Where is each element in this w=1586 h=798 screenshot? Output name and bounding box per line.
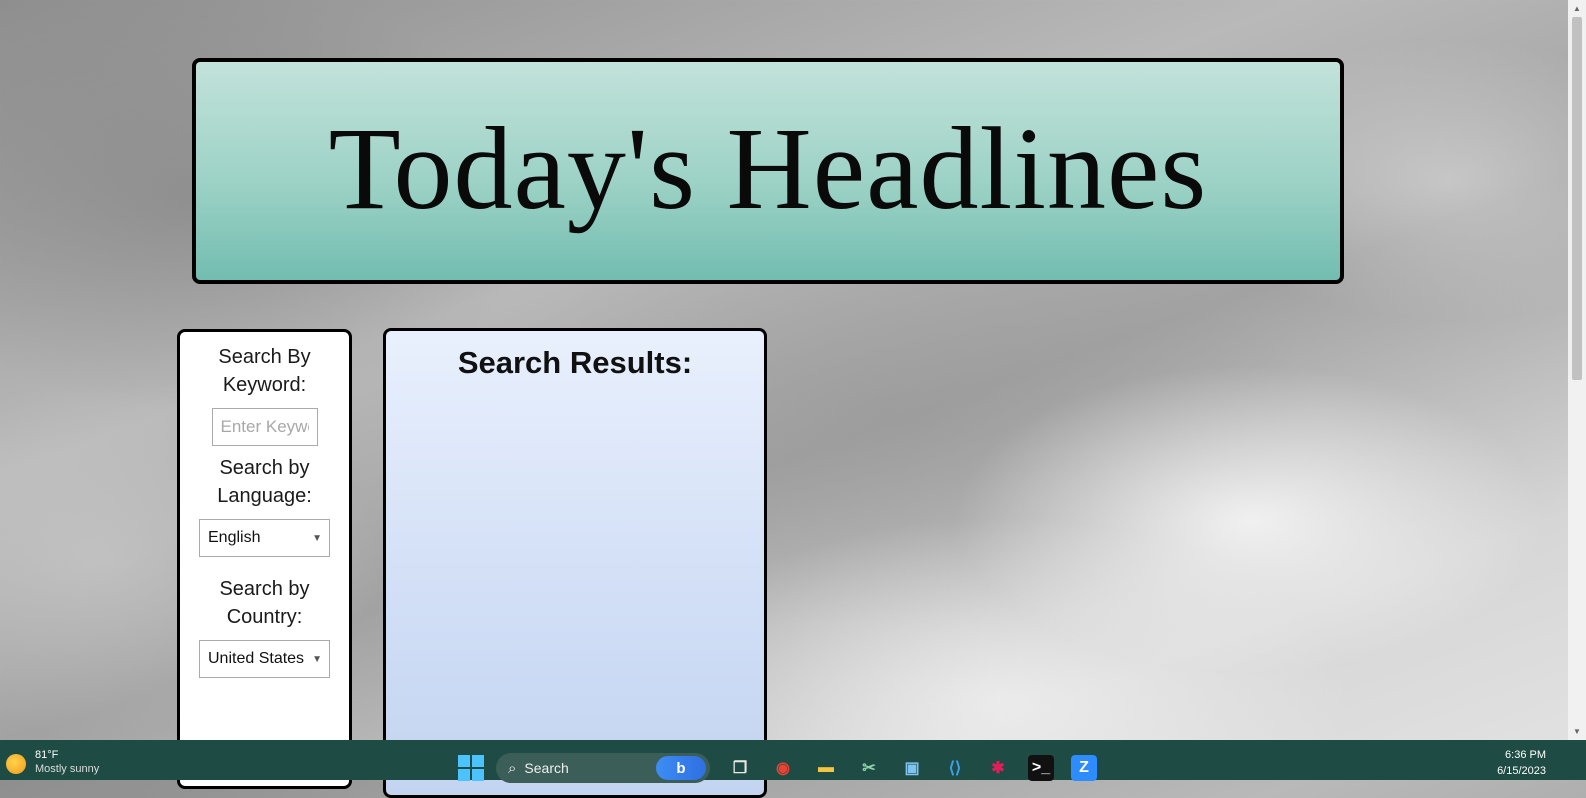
headline-banner: Today's Headlines (192, 58, 1344, 284)
photos-icon[interactable]: ▣ (899, 755, 925, 781)
search-panel: Search By Keyword: Search by Language: E… (177, 329, 352, 789)
country-select[interactable]: United States ▼ (199, 640, 330, 678)
file-explorer-icon[interactable]: ▬ (813, 755, 839, 781)
clock-date: 6/15/2023 (1497, 765, 1546, 777)
search-icon: ⌕ (508, 759, 517, 777)
keyword-search-input[interactable] (211, 408, 318, 446)
language-label: Search by Language: (217, 457, 312, 507)
keyword-label: Search By Keyword: (218, 346, 311, 396)
bing-icon[interactable]: b (656, 756, 706, 780)
search-results-title: Search Results: (457, 345, 693, 380)
snipping-tool-icon[interactable]: ✂ (856, 755, 882, 781)
weather-temperature: 81°F (35, 749, 59, 761)
windows-taskbar: 81°F Mostly sunny ⌕ Search b ❐ ◉ ▬ ✂ ▣ ⟨⟩ ✱ >_ Z… (0, 740, 1586, 783)
page-title: Today's Headlines (328, 103, 1208, 234)
vscode-icon[interactable]: ⟨⟩ (942, 755, 968, 781)
chrome-icon[interactable]: ◉ (770, 755, 796, 781)
scrollbar-thumb[interactable] (1572, 17, 1582, 380)
language-selected-value: English (208, 529, 261, 546)
country-label: Search by Country: (219, 578, 310, 628)
scroll-up-icon[interactable]: ▲ (1568, 0, 1586, 17)
task-view-icon[interactable]: ❐ (727, 755, 753, 781)
search-results-panel: Search Results: (383, 328, 767, 798)
system-clock[interactable]: 6:36 PM 6/15/2023 (1497, 747, 1546, 779)
windows-start-icon[interactable] (458, 755, 484, 781)
chevron-down-icon: ▼ (312, 532, 322, 544)
partly-sunny-icon (6, 754, 26, 774)
clock-time: 6:36 PM (1505, 749, 1546, 761)
weather-widget[interactable]: 81°F Mostly sunny (6, 748, 99, 776)
scroll-down-icon[interactable]: ▼ (1568, 723, 1586, 740)
taskbar-search-box[interactable]: ⌕ Search b (496, 753, 710, 783)
chevron-down-icon: ▼ (312, 653, 322, 665)
zoom-icon[interactable]: Z (1071, 755, 1097, 781)
language-select[interactable]: English ▼ (199, 519, 330, 557)
terminal-icon[interactable]: >_ (1028, 755, 1054, 781)
slack-icon[interactable]: ✱ (985, 755, 1011, 781)
taskbar-search-label: Search (524, 760, 569, 776)
page-scrollbar[interactable]: ▲ ▼ (1568, 0, 1586, 740)
country-selected-value: United States (208, 650, 305, 667)
weather-condition: Mostly sunny (35, 763, 100, 775)
